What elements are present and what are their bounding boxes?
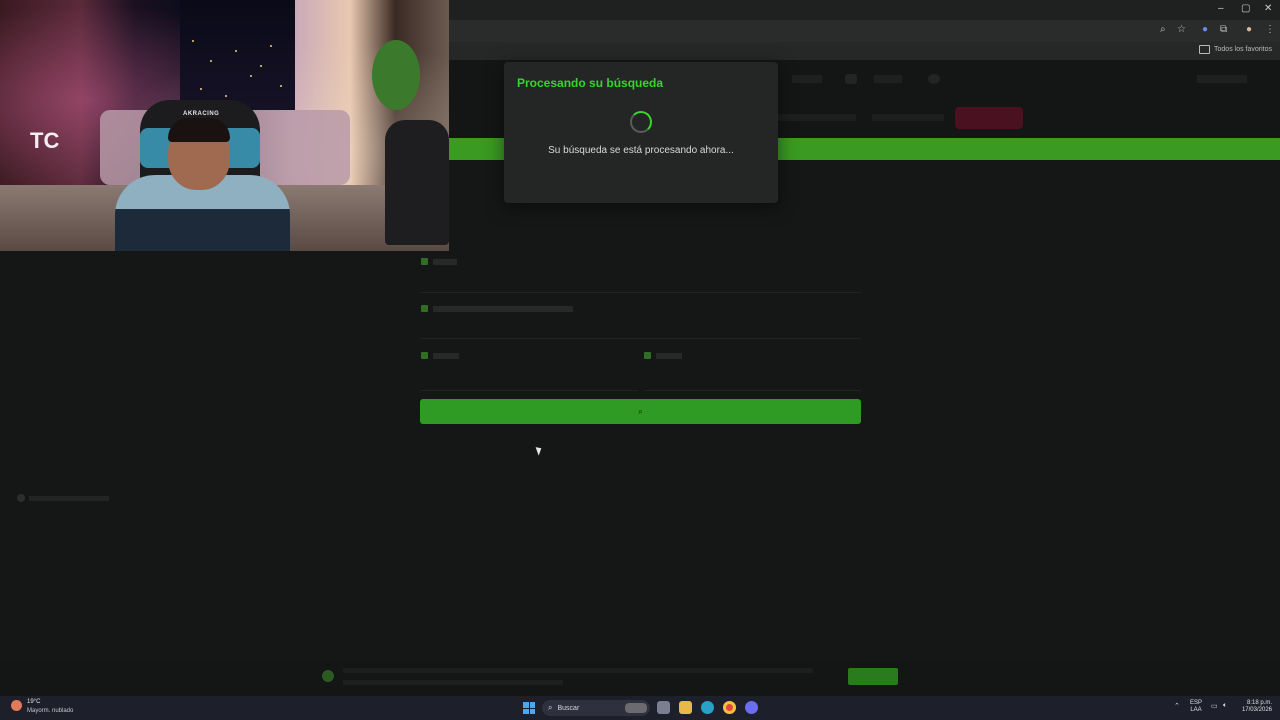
language-selector[interactable] xyxy=(1197,75,1247,83)
lang-line-1: ESP xyxy=(1190,700,1203,706)
profile-avatar[interactable]: ● xyxy=(1246,24,1252,35)
search-highlight-image xyxy=(625,703,647,713)
taskbar-search-label: Buscar xyxy=(557,704,580,712)
checkbox[interactable] xyxy=(421,258,428,265)
weather-temperature[interactable]: 19°C xyxy=(27,699,40,705)
network-icon[interactable]: ▭ xyxy=(1211,702,1218,710)
input-underline xyxy=(420,338,861,339)
checkbox[interactable] xyxy=(644,352,651,359)
bookmarks-folder[interactable]: Todos los favoritos xyxy=(1199,45,1272,54)
file-explorer-icon[interactable] xyxy=(679,701,692,714)
search-button[interactable]: ⌕ xyxy=(420,399,861,424)
cookie-accept-button[interactable] xyxy=(848,668,898,685)
nav-icon[interactable] xyxy=(928,74,940,84)
cookie-icon xyxy=(322,670,334,682)
to-date-input[interactable] xyxy=(644,390,861,391)
search-icon: ⌕ xyxy=(638,406,643,416)
zoom-icon[interactable]: ⌕ xyxy=(1160,24,1166,35)
webcam-chair-logo: AKRACING xyxy=(183,111,220,117)
windows-start-icon[interactable] xyxy=(523,702,535,714)
to-label xyxy=(644,352,682,359)
status-dot xyxy=(17,494,25,502)
footer-line xyxy=(420,457,860,463)
extension-icon[interactable]: ● xyxy=(1202,24,1208,35)
webcam-city-window xyxy=(180,0,295,110)
nav-cta-button[interactable] xyxy=(955,107,1023,129)
nav-link[interactable] xyxy=(872,114,944,121)
input-language[interactable]: ESP LAA xyxy=(1190,700,1202,714)
search-icon: ⌕ xyxy=(548,703,553,712)
processing-modal: Procesando su búsqueda Su búsqueda se es… xyxy=(504,62,778,203)
bookmark-star-icon[interactable]: ☆ xyxy=(1177,24,1186,35)
nav-link[interactable] xyxy=(776,114,856,121)
folder-icon xyxy=(1199,45,1211,54)
mouse-cursor-icon xyxy=(535,445,544,456)
nav-item[interactable] xyxy=(874,75,902,83)
nav-item[interactable] xyxy=(792,75,822,83)
edge-browser-icon[interactable] xyxy=(701,701,714,714)
minimize-button[interactable]: – xyxy=(1218,3,1224,14)
lang-line-2: LAA xyxy=(1190,707,1202,713)
cookie-text-line xyxy=(343,668,813,673)
modal-message: Su búsqueda se está procesando ahora... xyxy=(548,145,734,156)
discord-icon[interactable] xyxy=(745,701,758,714)
close-button[interactable]: ✕ xyxy=(1264,3,1272,14)
checkbox[interactable] xyxy=(421,305,428,312)
bookmarks-folder-label: Todos los favoritos xyxy=(1214,46,1272,53)
webcam-overlay: TC AKRACING xyxy=(0,0,449,251)
extensions-puzzle-icon[interactable]: ⧉ xyxy=(1220,24,1227,35)
loading-spinner-icon xyxy=(630,111,652,133)
clock-date: 17/03/2026 xyxy=(1241,707,1272,713)
webcam-plant xyxy=(372,40,420,110)
taskbar-search[interactable]: ⌕ Buscar xyxy=(542,700,650,716)
from-label xyxy=(421,352,459,359)
chrome-browser-icon[interactable] xyxy=(723,701,736,714)
cookie-text-line xyxy=(343,680,563,685)
webcam-neon-letters: TC xyxy=(30,128,60,153)
maximize-button[interactable]: ▢ xyxy=(1241,3,1250,14)
taskbar-clock[interactable]: 8:18 p.m. 17/03/2026 xyxy=(1238,700,1272,714)
side-note xyxy=(17,494,109,502)
cookie-reject-button[interactable] xyxy=(908,668,954,685)
webcam-person-hair xyxy=(168,118,230,142)
webcam-second-chair xyxy=(385,120,449,245)
from-date-input[interactable] xyxy=(420,390,638,391)
footer-line xyxy=(420,472,860,478)
checkbox[interactable] xyxy=(421,352,428,359)
browser-menu-icon[interactable]: ⋮ xyxy=(1265,24,1275,35)
tray-chevron-icon[interactable]: ⌃ xyxy=(1174,702,1180,710)
volume-icon[interactable]: 🔈︎ xyxy=(1223,702,1227,710)
input-underline xyxy=(420,292,861,293)
form-label xyxy=(421,258,457,265)
nav-icon[interactable] xyxy=(845,74,857,84)
clock-time: 8:18 p.m. xyxy=(1246,700,1272,706)
modal-title: Procesando su búsqueda xyxy=(517,76,664,90)
task-view-icon[interactable] xyxy=(657,701,670,714)
form-label xyxy=(421,305,573,312)
weather-description[interactable]: Mayorm. nublado xyxy=(27,708,73,714)
weather-icon[interactable] xyxy=(11,700,22,711)
